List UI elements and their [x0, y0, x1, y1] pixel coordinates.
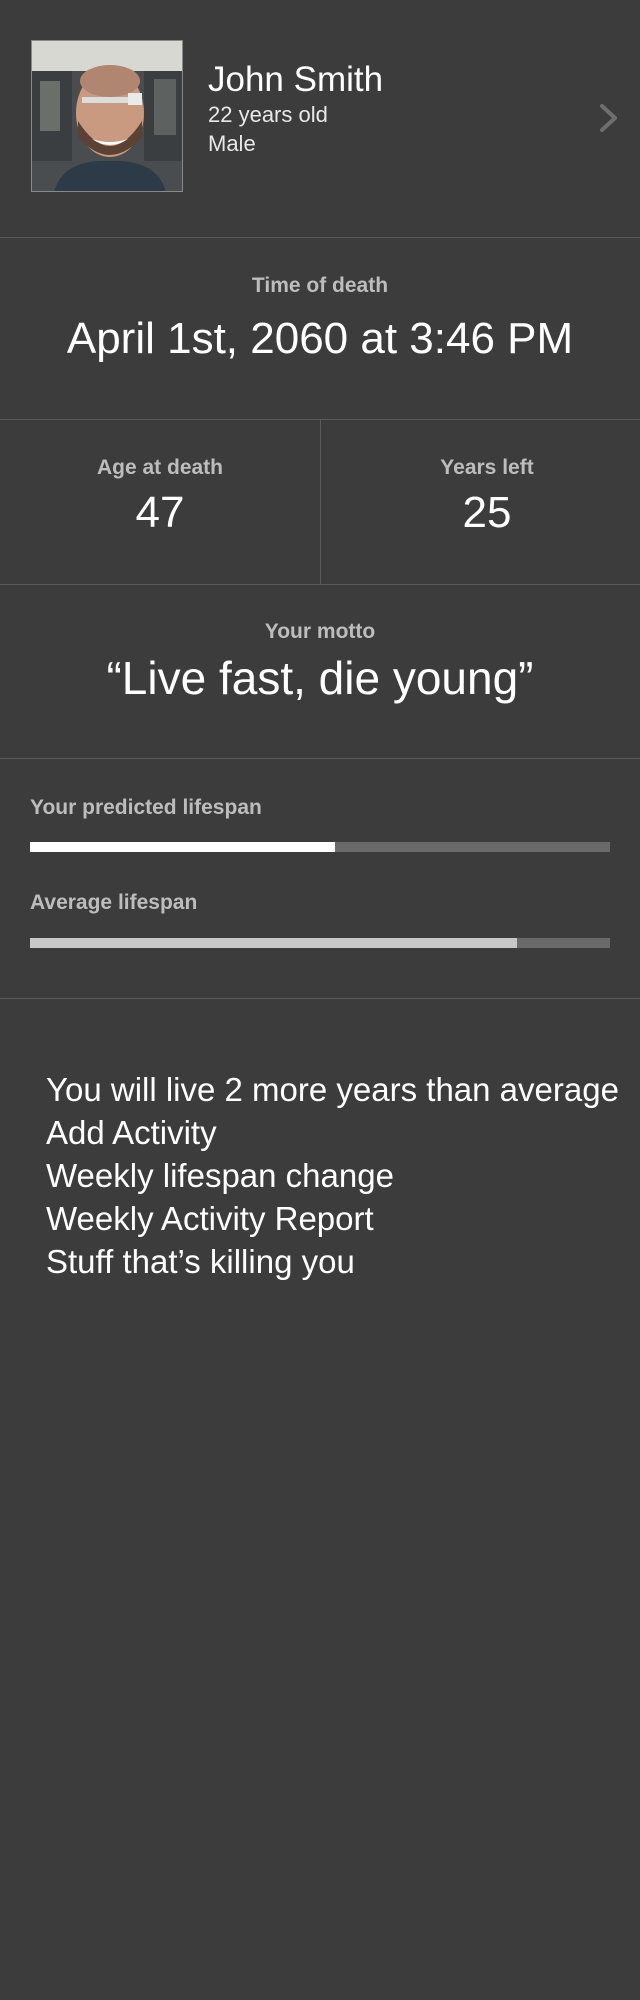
profile-gender: Male [208, 131, 256, 156]
profile-age: 22 years old [208, 102, 328, 127]
motto-value: “Live fast, die young” [106, 652, 534, 704]
weekly-lifespan-change-link[interactable]: Weekly lifespan change [46, 1154, 626, 1197]
divider [0, 237, 640, 238]
profile-name: John Smith [208, 60, 384, 99]
divider [0, 584, 640, 585]
divider [0, 758, 640, 759]
time-of-death-label: Time of death [251, 274, 389, 297]
age-at-death-label: Age at death [96, 456, 224, 479]
average-lifespan-label: Average lifespan [30, 891, 198, 914]
predicted-lifespan-bar [30, 842, 610, 852]
profile-header[interactable]: John Smith 22 years old Male [0, 0, 640, 237]
predicted-lifespan-label: Your predicted lifespan [30, 796, 262, 819]
predicted-lifespan-fill [30, 842, 335, 852]
time-of-death-value: April 1st, 2060 at 3:46 PM [66, 314, 574, 363]
years-left-value: 25 [462, 488, 512, 537]
average-lifespan-bar [30, 938, 610, 948]
motto-label: Your motto [264, 620, 376, 643]
add-activity-link[interactable]: Add Activity [46, 1111, 626, 1154]
years-left-label: Years left [440, 456, 534, 479]
stuff-killing-you-link[interactable]: Stuff that’s killing you [46, 1240, 626, 1283]
avatar [31, 40, 183, 192]
avatar-photo [32, 41, 182, 191]
chevron-right-icon[interactable] [596, 103, 622, 133]
age-at-death-value: 47 [135, 488, 185, 537]
stat-divider [320, 419, 321, 584]
weekly-activity-report-link[interactable]: Weekly Activity Report [46, 1197, 626, 1240]
average-lifespan-fill [30, 938, 518, 948]
divider [0, 998, 640, 999]
menu-list: You will live 2 more years than average … [46, 1068, 626, 1283]
lifespan-summary-text: You will live 2 more years than average [46, 1071, 619, 1108]
